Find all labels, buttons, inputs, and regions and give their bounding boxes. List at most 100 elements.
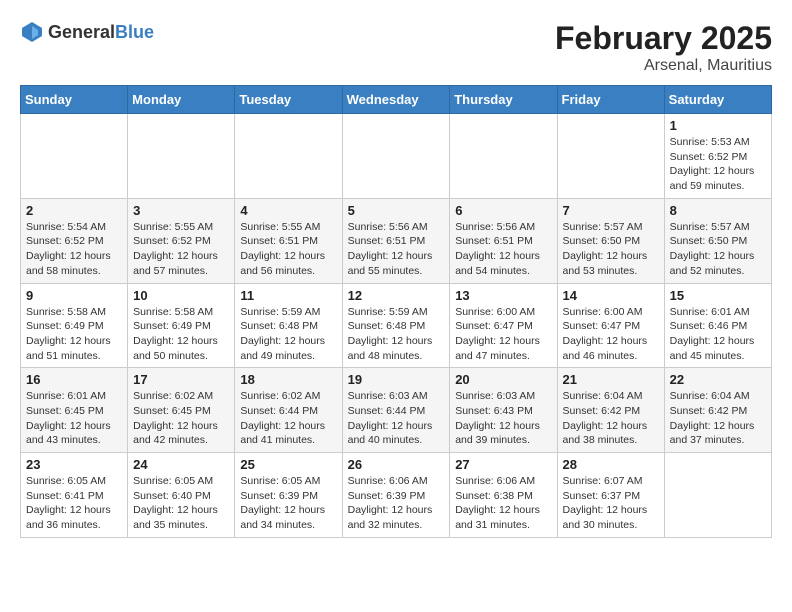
calendar-day-cell: 28 Sunrise: 6:07 AMSunset: 6:37 PMDayligh… (557, 453, 664, 538)
day-of-week-header: Sunday (21, 86, 128, 114)
calendar-day-cell: 2 Sunrise: 5:54 AMSunset: 6:52 PMDaylight… (21, 198, 128, 283)
calendar-day-cell: 25Sunrise: 6:05 AMSunset: 6:39 PMDayligh… (235, 453, 342, 538)
calendar-day-cell (21, 114, 128, 199)
location-subtitle: Arsenal, Mauritius (555, 57, 772, 75)
day-number: 1 (670, 118, 766, 133)
calendar-week-row: 23 Sunrise: 6:05 AMSunset: 6:41 PMDayligh… (21, 453, 772, 538)
day-info: Sunrise: 6:07 AMSunset: 6:37 PMDaylight:… (563, 474, 659, 533)
day-info: Sunrise: 5:53 AMSunset: 6:52 PMDaylight:… (670, 135, 766, 194)
day-number: 6 (455, 203, 551, 218)
day-info: Sunrise: 6:01 AMSunset: 6:45 PMDaylight:… (26, 389, 122, 448)
day-number: 28 (563, 457, 659, 472)
logo-blue: Blue (115, 22, 154, 42)
day-of-week-header: Monday (128, 86, 235, 114)
day-info: Sunrise: 6:00 AMSunset: 6:47 PMDaylight:… (563, 305, 659, 364)
day-info: Sunrise: 6:02 AMSunset: 6:45 PMDaylight:… (133, 389, 229, 448)
calendar-day-cell (557, 114, 664, 199)
calendar-day-cell: 26 Sunrise: 6:06 AMSunset: 6:39 PMDayligh… (342, 453, 450, 538)
calendar-day-cell: 27 Sunrise: 6:06 AMSunset: 6:38 PMDayligh… (450, 453, 557, 538)
day-of-week-header: Saturday (664, 86, 771, 114)
calendar-day-cell: 5 Sunrise: 5:56 AMSunset: 6:51 PMDaylight… (342, 198, 450, 283)
calendar-day-cell (664, 453, 771, 538)
day-number: 26 (348, 457, 445, 472)
day-number: 3 (133, 203, 229, 218)
day-info: Sunrise: 5:54 AMSunset: 6:52 PMDaylight:… (26, 220, 122, 279)
calendar-day-cell: 18 Sunrise: 6:02 AMSunset: 6:44 PMDayligh… (235, 368, 342, 453)
calendar-week-row: 9 Sunrise: 5:58 AMSunset: 6:49 PMDaylight… (21, 283, 772, 368)
calendar-day-cell: 21Sunrise: 6:04 AMSunset: 6:42 PMDayligh… (557, 368, 664, 453)
day-of-week-header: Tuesday (235, 86, 342, 114)
day-number: 20 (455, 372, 551, 387)
calendar-day-cell: 13 Sunrise: 6:00 AMSunset: 6:47 PMDayligh… (450, 283, 557, 368)
day-info: Sunrise: 5:59 AMSunset: 6:48 PMDaylight:… (348, 305, 445, 364)
calendar-day-cell (450, 114, 557, 199)
day-number: 13 (455, 288, 551, 303)
calendar-day-cell: 22 Sunrise: 6:04 AMSunset: 6:42 PMDayligh… (664, 368, 771, 453)
day-number: 16 (26, 372, 122, 387)
day-info: Sunrise: 5:56 AMSunset: 6:51 PMDaylight:… (348, 220, 445, 279)
calendar-day-cell: 24Sunrise: 6:05 AMSunset: 6:40 PMDayligh… (128, 453, 235, 538)
day-number: 14 (563, 288, 659, 303)
day-number: 10 (133, 288, 229, 303)
calendar-day-cell: 15 Sunrise: 6:01 AMSunset: 6:46 PMDayligh… (664, 283, 771, 368)
calendar-day-cell: 8 Sunrise: 5:57 AMSunset: 6:50 PMDaylight… (664, 198, 771, 283)
calendar-day-cell: 4 Sunrise: 5:55 AMSunset: 6:51 PMDaylight… (235, 198, 342, 283)
day-info: Sunrise: 6:06 AMSunset: 6:39 PMDaylight:… (348, 474, 445, 533)
day-info: Sunrise: 6:03 AMSunset: 6:43 PMDaylight:… (455, 389, 551, 448)
day-of-week-header: Friday (557, 86, 664, 114)
calendar-day-cell: 9Sunrise: 5:58 AMSunset: 6:49 PMDaylight… (21, 283, 128, 368)
day-number: 19 (348, 372, 445, 387)
calendar-day-cell: 3 Sunrise: 5:55 AMSunset: 6:52 PMDaylight… (128, 198, 235, 283)
calendar-day-cell: 16 Sunrise: 6:01 AMSunset: 6:45 PMDayligh… (21, 368, 128, 453)
day-number: 8 (670, 203, 766, 218)
day-info: Sunrise: 5:58 AMSunset: 6:49 PMDaylight:… (133, 305, 229, 364)
day-info: Sunrise: 6:00 AMSunset: 6:47 PMDaylight:… (455, 305, 551, 364)
day-number: 17 (133, 372, 229, 387)
calendar-day-cell (342, 114, 450, 199)
day-number: 15 (670, 288, 766, 303)
logo-general: General (48, 22, 115, 42)
day-info: Sunrise: 6:01 AMSunset: 6:46 PMDaylight:… (670, 305, 766, 364)
day-info: Sunrise: 6:04 AMSunset: 6:42 PMDaylight:… (670, 389, 766, 448)
day-number: 18 (240, 372, 336, 387)
day-number: 27 (455, 457, 551, 472)
day-number: 7 (563, 203, 659, 218)
logo: GeneralBlue (20, 20, 154, 44)
day-number: 25 (240, 457, 336, 472)
calendar-day-cell: 6 Sunrise: 5:56 AMSunset: 6:51 PMDaylight… (450, 198, 557, 283)
calendar-day-cell (235, 114, 342, 199)
day-info: Sunrise: 5:56 AMSunset: 6:51 PMDaylight:… (455, 220, 551, 279)
calendar-day-cell: 23 Sunrise: 6:05 AMSunset: 6:41 PMDayligh… (21, 453, 128, 538)
page-header: GeneralBlue February 2025 Arsenal, Mauri… (20, 20, 772, 75)
calendar-day-cell: 1 Sunrise: 5:53 AMSunset: 6:52 PMDaylight… (664, 114, 771, 199)
day-info: Sunrise: 6:05 AMSunset: 6:41 PMDaylight:… (26, 474, 122, 533)
day-info: Sunrise: 5:55 AMSunset: 6:51 PMDaylight:… (240, 220, 336, 279)
day-number: 9 (26, 288, 122, 303)
day-info: Sunrise: 5:57 AMSunset: 6:50 PMDaylight:… (670, 220, 766, 279)
calendar-day-cell: 17 Sunrise: 6:02 AMSunset: 6:45 PMDayligh… (128, 368, 235, 453)
day-number: 22 (670, 372, 766, 387)
day-of-week-header: Wednesday (342, 86, 450, 114)
calendar-week-row: 2 Sunrise: 5:54 AMSunset: 6:52 PMDaylight… (21, 198, 772, 283)
day-number: 2 (26, 203, 122, 218)
calendar-day-cell: 12Sunrise: 5:59 AMSunset: 6:48 PMDayligh… (342, 283, 450, 368)
day-info: Sunrise: 5:55 AMSunset: 6:52 PMDaylight:… (133, 220, 229, 279)
day-number: 11 (240, 288, 336, 303)
day-info: Sunrise: 6:05 AMSunset: 6:40 PMDaylight:… (133, 474, 229, 533)
calendar-day-cell (128, 114, 235, 199)
calendar-day-cell: 7Sunrise: 5:57 AMSunset: 6:50 PMDaylight… (557, 198, 664, 283)
calendar-table: SundayMondayTuesdayWednesdayThursdayFrid… (20, 85, 772, 538)
day-info: Sunrise: 6:04 AMSunset: 6:42 PMDaylight:… (563, 389, 659, 448)
calendar-week-row: 16 Sunrise: 6:01 AMSunset: 6:45 PMDayligh… (21, 368, 772, 453)
day-number: 5 (348, 203, 445, 218)
day-number: 23 (26, 457, 122, 472)
day-info: Sunrise: 6:02 AMSunset: 6:44 PMDaylight:… (240, 389, 336, 448)
calendar-day-cell: 10 Sunrise: 5:58 AMSunset: 6:49 PMDayligh… (128, 283, 235, 368)
calendar-week-row: 1 Sunrise: 5:53 AMSunset: 6:52 PMDaylight… (21, 114, 772, 199)
calendar-day-cell: 19Sunrise: 6:03 AMSunset: 6:44 PMDayligh… (342, 368, 450, 453)
day-info: Sunrise: 6:06 AMSunset: 6:38 PMDaylight:… (455, 474, 551, 533)
calendar-header-row: SundayMondayTuesdayWednesdayThursdayFrid… (21, 86, 772, 114)
day-number: 4 (240, 203, 336, 218)
title-block: February 2025 Arsenal, Mauritius (555, 20, 772, 75)
month-year-title: February 2025 (555, 20, 772, 57)
